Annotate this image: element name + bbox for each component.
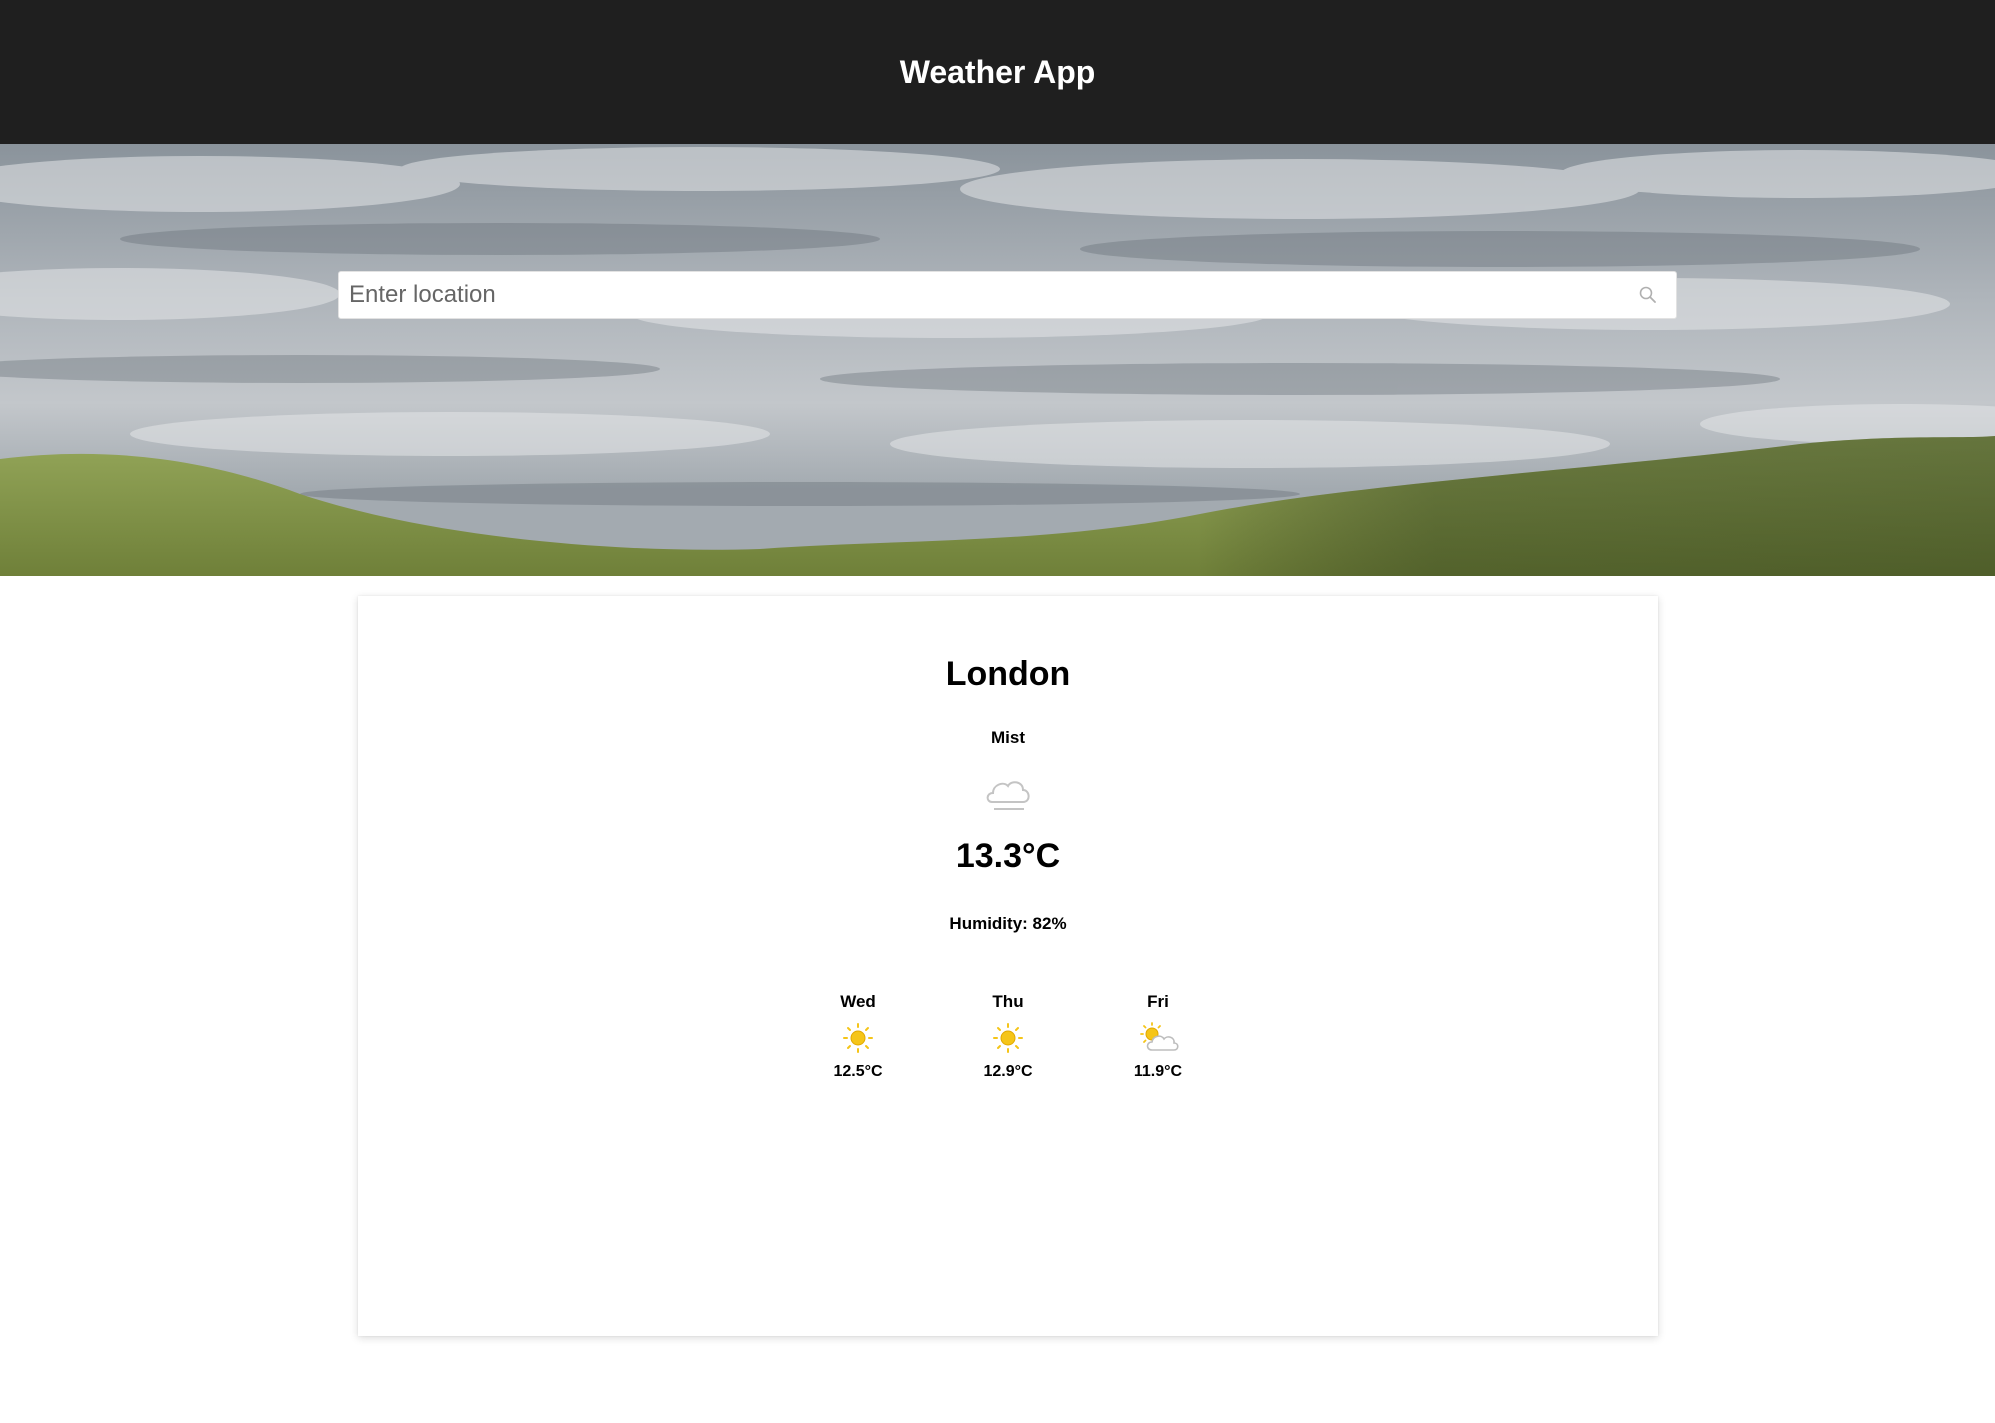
city-name: London	[945, 655, 1071, 693]
location-search-input[interactable]	[339, 272, 1626, 318]
app-title: Weather App	[899, 53, 1096, 90]
forecast-day: Thu 12.9°C	[933, 992, 1083, 1082]
partly-cloudy-icon	[1140, 1022, 1179, 1051]
search-icon	[1639, 286, 1656, 303]
forecast-day: Fri 11.9°C	[1083, 992, 1233, 1082]
forecast-day-name: Thu	[992, 992, 1024, 1011]
forecast-list: Wed 12.5°C Thu 12.9°C Fri 11.9°C	[358, 992, 1658, 1082]
search-button[interactable]	[1626, 272, 1670, 318]
hero-banner	[0, 144, 1995, 576]
landscape-background-image	[0, 144, 1995, 576]
forecast-day-name: Fri	[1147, 992, 1169, 1011]
forecast-temperature: 12.5°C	[833, 1063, 883, 1080]
sunny-icon	[993, 1023, 1023, 1053]
app-header: Weather App	[0, 0, 1995, 144]
forecast-temperature: 11.9°C	[1133, 1063, 1183, 1080]
mist-icon	[986, 781, 1030, 810]
weather-card: London Mist 13.3°C Humidity: 82% Wed 12.…	[358, 596, 1658, 1336]
humidity-readout: Humidity: 82%	[949, 914, 1067, 933]
forecast-temperature: 12.9°C	[983, 1063, 1033, 1080]
forecast-day-name: Wed	[840, 992, 876, 1011]
sunny-icon	[843, 1023, 873, 1053]
search-bar	[338, 271, 1677, 319]
current-temperature: 13.3°C	[955, 837, 1061, 875]
forecast-day: Wed 12.5°C	[783, 992, 933, 1082]
weather-condition: Mist	[991, 728, 1025, 747]
